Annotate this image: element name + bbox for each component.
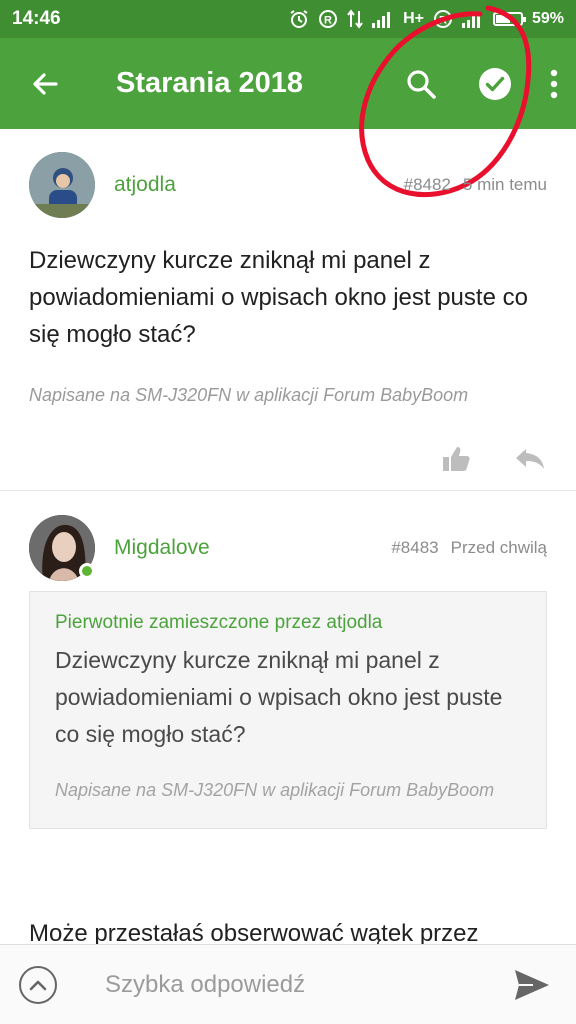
thread-title: Starania 2018 [116,67,304,99]
post-number[interactable]: #8483 [391,538,438,558]
post-author[interactable]: atjodla [114,173,176,197]
avatar[interactable] [29,515,95,581]
quote-header[interactable]: Pierwotnie zamieszczone przez atjodla [55,612,521,634]
post-meta: #8482 5 min temu [404,175,547,195]
subscribe-button[interactable] [458,38,532,129]
post-body-partial: Może przestałaś obserwować wątek przez [29,920,479,944]
battery-percent: 59% [531,10,564,27]
post-number[interactable]: #8482 [404,175,451,195]
more-vert-icon [550,69,558,98]
post-header: atjodla #8482 5 min temu [0,150,576,220]
arrow-left-icon [33,72,58,95]
send-button[interactable] [512,965,552,1005]
search-button[interactable] [384,38,458,129]
check-circle-icon [479,67,511,100]
post-time: Przed chwilą [450,538,547,557]
post-author[interactable]: Migdalove [114,536,210,560]
app-bar-actions [384,38,576,129]
post-header: Migdalove #8483 Przed chwilą [0,513,576,583]
online-indicator [79,563,95,579]
registered-icon: R [433,9,453,29]
status-bar: 14:46 R H+ R 59% [0,0,576,38]
like-button[interactable] [442,446,470,477]
post-signature: Napisane na SM-J320FN w aplikacji Forum … [29,385,469,405]
more-options-button[interactable] [532,38,576,129]
post-body: Dziewczyny kurcze zniknął mi panel z pow… [29,247,528,348]
post: atjodla #8482 5 min temu Dziewczyny kurc… [0,150,576,477]
search-icon [407,69,436,99]
avatar[interactable] [29,152,95,218]
back-button[interactable] [0,38,90,129]
post-time: 5 min temu [462,175,547,194]
data-arrows-icon [347,9,363,29]
svg-text:R: R [439,15,447,27]
chevron-up-icon [29,980,47,990]
quick-reply-input[interactable]: Szybka odpowiedź [105,971,305,999]
reply-button[interactable] [514,447,546,476]
signal-icon [372,10,394,28]
reply-icon [516,449,544,469]
network-type: H+ [403,10,424,27]
app-bar: Starania 2018 [0,38,576,129]
battery-icon [492,12,526,26]
thumbs-up-icon [443,447,470,471]
alarm-icon [289,9,309,29]
svg-text:R: R [324,15,332,27]
quick-reply-bar: Szybka odpowiedź [0,944,576,1024]
post: Migdalove #8483 Przed chwilą Pierwotnie … [0,513,576,829]
status-time: 14:46 [12,8,61,29]
send-icon [515,969,549,1000]
expand-reply-button[interactable] [19,965,57,1004]
quote-block: Pierwotnie zamieszczone przez atjodla Dz… [29,591,547,829]
quote-signature: Napisane na SM-J320FN w aplikacji Forum … [55,780,495,800]
signal-icon [461,10,484,28]
post-meta: #8483 Przed chwilą [391,538,547,558]
registered-icon: R [318,9,338,29]
quote-text: Dziewczyny kurcze zniknął mi panel z pow… [55,647,503,747]
post-actions [0,446,576,477]
status-icons: R H+ R 59% [289,9,564,29]
post-divider [0,490,576,491]
